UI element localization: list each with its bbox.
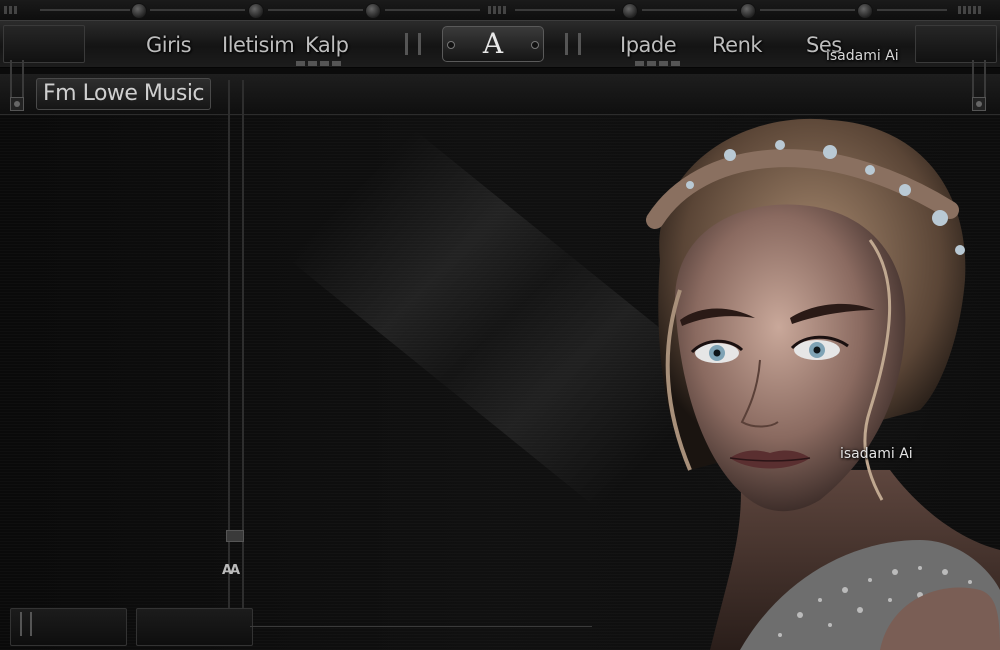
rail-line xyxy=(760,9,855,11)
center-emblem[interactable]: A xyxy=(442,26,544,62)
scroll-grip-icon[interactable]: AA xyxy=(222,563,240,578)
rail-line xyxy=(40,9,130,11)
nav-link-giris[interactable]: Giris xyxy=(146,33,192,57)
scroll-thumb[interactable] xyxy=(226,530,244,542)
page-title: Fm Lowe Music xyxy=(36,78,212,110)
rail-knob xyxy=(740,3,756,19)
bottom-tick xyxy=(20,612,32,636)
nav-dots xyxy=(296,61,341,66)
rail-knob xyxy=(365,3,381,19)
nav-end-left xyxy=(3,25,85,63)
nav-dots xyxy=(635,61,680,66)
watermark-top: isadami Ai xyxy=(826,48,899,64)
post-left xyxy=(10,60,24,100)
rail-line xyxy=(150,9,245,11)
post-right xyxy=(972,60,986,100)
rail-line xyxy=(877,9,947,11)
rail-ticks-right xyxy=(958,6,981,14)
rail-knob xyxy=(622,3,638,19)
top-rail xyxy=(0,0,1000,21)
rail-line xyxy=(385,9,480,11)
rail-knob xyxy=(857,3,873,19)
rail-line xyxy=(515,9,615,11)
rail-ticks-left xyxy=(4,6,17,14)
nav-link-renk[interactable]: Renk xyxy=(712,33,763,57)
nav-separator xyxy=(405,33,421,55)
bottom-bar-center xyxy=(136,608,253,646)
emblem-dot xyxy=(447,41,455,49)
woman-portrait-image xyxy=(620,110,1000,650)
rail-knob xyxy=(248,3,264,19)
bottom-rail xyxy=(250,626,592,627)
rail-knob xyxy=(131,3,147,19)
post-knob-left xyxy=(10,97,24,111)
nav-link-iletisim[interactable]: Iletisim xyxy=(222,33,295,57)
nav-link-ipade[interactable]: Ipade xyxy=(620,33,677,57)
letter-a-logo-icon: A xyxy=(482,27,504,60)
title-strip: Fm Lowe Music xyxy=(0,74,1000,115)
rail-line xyxy=(642,9,737,11)
scroll-track[interactable] xyxy=(228,80,244,645)
rail-line xyxy=(268,9,363,11)
watermark-mid: isadami Ai xyxy=(840,446,913,462)
rail-ticks-center xyxy=(488,6,506,14)
post-knob-right xyxy=(972,97,986,111)
nav-separator xyxy=(565,33,581,55)
nav-end-right xyxy=(915,25,997,63)
nav-link-kalp[interactable]: Kalp xyxy=(305,33,349,57)
emblem-dot xyxy=(531,41,539,49)
